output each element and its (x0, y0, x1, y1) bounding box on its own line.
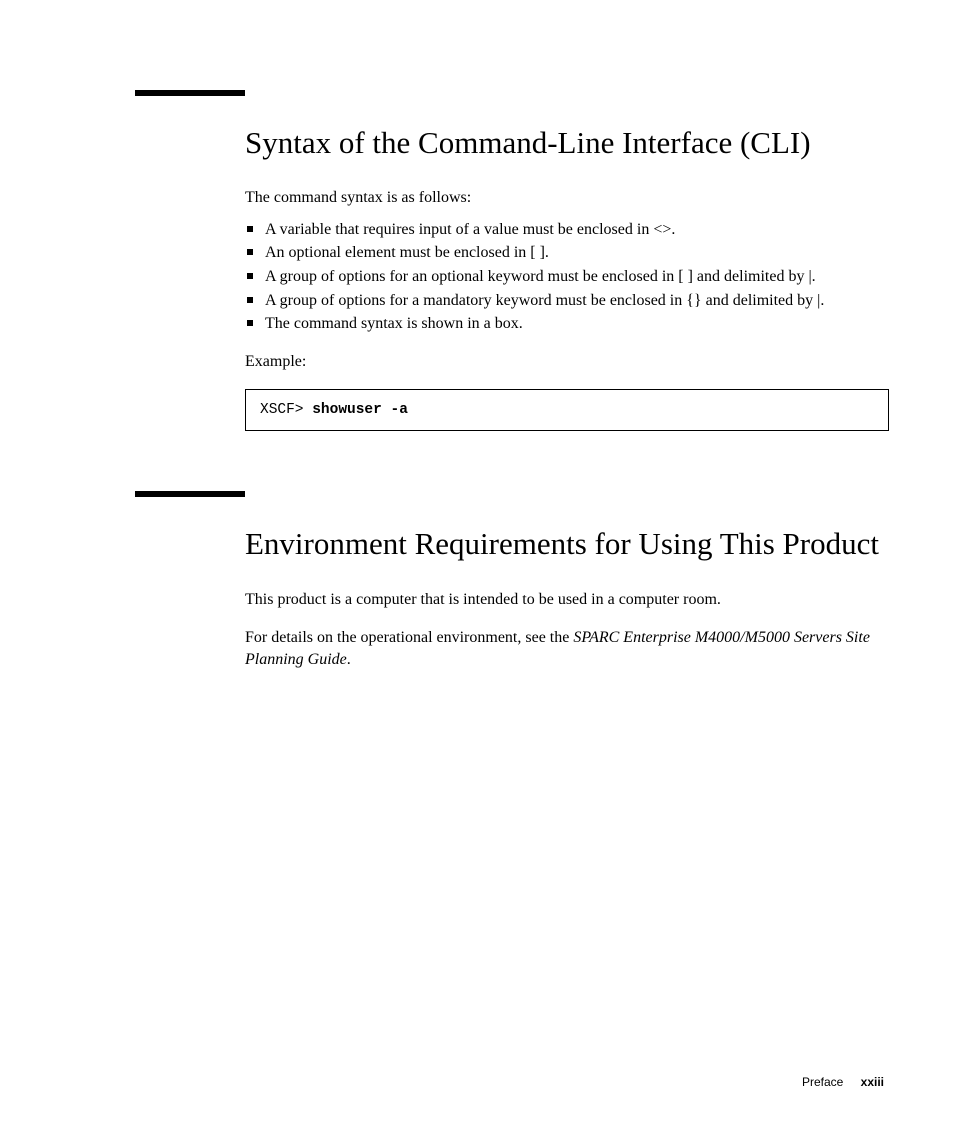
heading-environment: Environment Requirements for Using This … (245, 525, 889, 564)
env-para-2: For details on the operational environme… (245, 627, 889, 670)
footer-page-number: xxiii (861, 1075, 884, 1089)
syntax-list: A variable that requires input of a valu… (245, 219, 889, 335)
intro-text: The command syntax is as follows: (245, 189, 889, 207)
page-footer: Preface xxiii (802, 1075, 884, 1089)
code-prompt: XSCF> (260, 402, 312, 418)
env-para-1: This product is a computer that is inten… (245, 589, 889, 611)
section-rule (135, 90, 245, 96)
code-command: showuser -a (312, 402, 408, 418)
list-item: A group of options for an optional keywo… (245, 266, 889, 288)
footer-label: Preface (802, 1075, 843, 1089)
list-item: A variable that requires input of a valu… (245, 219, 889, 241)
section-cli-syntax: Syntax of the Command-Line Interface (CL… (135, 124, 889, 431)
list-item: A group of options for a mandatory keywo… (245, 290, 889, 312)
section-rule (135, 491, 245, 497)
section-environment: Environment Requirements for Using This … (135, 525, 889, 671)
heading-cli: Syntax of the Command-Line Interface (CL… (245, 124, 889, 163)
list-item: The command syntax is shown in a box. (245, 313, 889, 335)
para-text-post: . (347, 651, 351, 668)
code-example-box: XSCF> showuser -a (245, 389, 889, 431)
list-item: An optional element must be enclosed in … (245, 242, 889, 264)
para-text-pre: For details on the operational environme… (245, 629, 573, 646)
example-label: Example: (245, 353, 889, 371)
